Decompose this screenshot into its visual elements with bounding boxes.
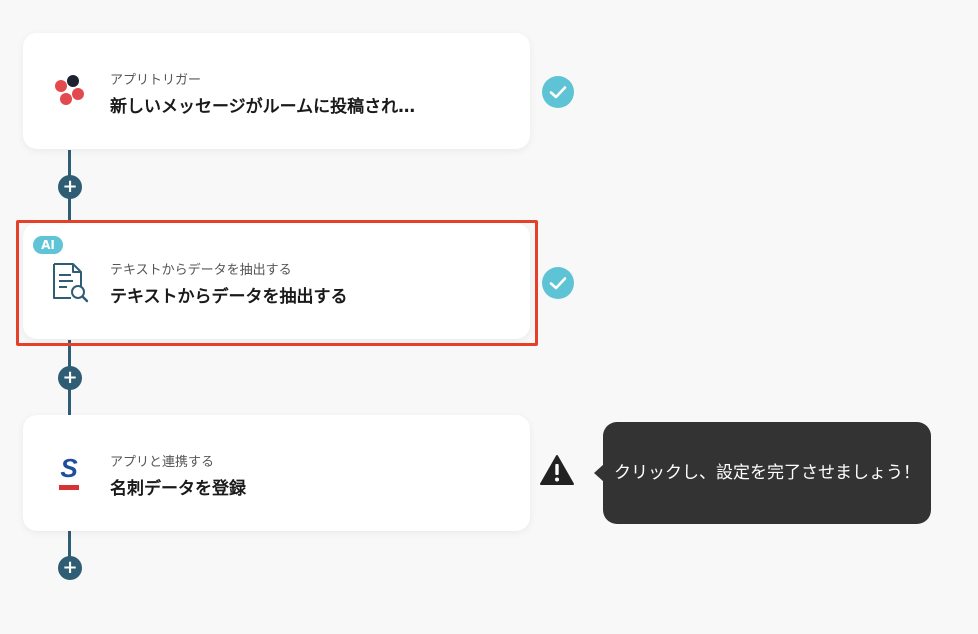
step-title: 新しいメッセージがルームに投稿され… (110, 97, 416, 117)
document-search-icon (49, 261, 91, 303)
add-step-button[interactable]: + (58, 175, 82, 199)
check-icon (542, 76, 574, 108)
flow-connector-line (68, 530, 71, 558)
chatwork-logo-icon (51, 71, 91, 111)
ai-badge: AI (33, 236, 63, 254)
add-step-button[interactable]: + (58, 366, 82, 390)
svg-text:S: S (60, 455, 78, 483)
sansan-logo-icon: S (53, 453, 85, 495)
step-title: テキストからデータを抽出する (110, 287, 348, 307)
step-subtitle: テキストからデータを抽出する (110, 263, 292, 278)
step-subtitle: アプリと連携する (110, 455, 215, 470)
step-subtitle: アプリトリガー (110, 73, 202, 88)
warning-icon (539, 454, 575, 486)
check-icon (542, 267, 574, 299)
flow-step-trigger-card[interactable]: アプリトリガー 新しいメッセージがルームに投稿され… (23, 33, 530, 149)
step-title: 名刺データを登録 (110, 479, 246, 499)
setup-tooltip: クリックし、設定を完了させましょう！ (603, 422, 931, 524)
flow-step-register-card[interactable]: S アプリと連携する 名刺データを登録 (23, 415, 530, 531)
flow-step-ai-extract-card[interactable]: テキストからデータを抽出する テキストからデータを抽出する (23, 223, 530, 339)
add-step-button[interactable]: + (58, 556, 82, 580)
